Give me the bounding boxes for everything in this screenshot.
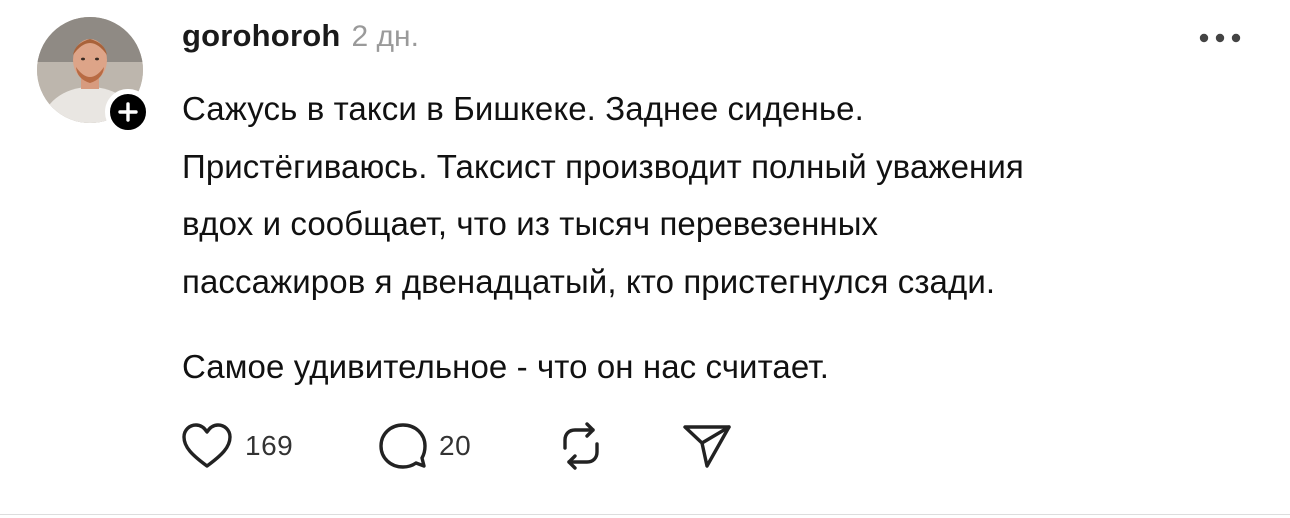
- post-time: 2 дн.: [351, 20, 419, 53]
- share-button[interactable]: [680, 420, 734, 472]
- reply-button[interactable]: 20: [378, 420, 471, 472]
- reply-count: 20: [439, 430, 472, 461]
- heart-icon: [182, 423, 232, 468]
- send-icon: [683, 425, 731, 468]
- comment-bubble-icon: [379, 423, 427, 469]
- thread-post: gorohoroh 2 дн. Сажусь в такси в Бишкеке…: [0, 0, 1290, 515]
- post-paragraph: Самое удивительное - что он нас считает.: [182, 348, 830, 385]
- avatar-container: [37, 17, 151, 135]
- plus-icon: [118, 102, 138, 122]
- repost-button[interactable]: [556, 420, 606, 472]
- divider: [0, 514, 1290, 515]
- more-dots-icon: [1199, 33, 1241, 43]
- post-header: gorohoroh 2 дн.: [182, 18, 419, 62]
- post-paragraph: Сажусь в такси в Бишкеке. Заднее сиденье…: [182, 90, 1024, 300]
- username[interactable]: gorohoroh: [182, 18, 340, 54]
- post-text: Сажусь в такси в Бишкеке. Заднее сиденье…: [182, 80, 1252, 396]
- like-count: 169: [245, 430, 294, 461]
- repost-icon: [563, 422, 599, 470]
- more-options-button[interactable]: [1197, 27, 1243, 49]
- like-button[interactable]: 169: [180, 420, 293, 472]
- follow-button[interactable]: [105, 89, 151, 135]
